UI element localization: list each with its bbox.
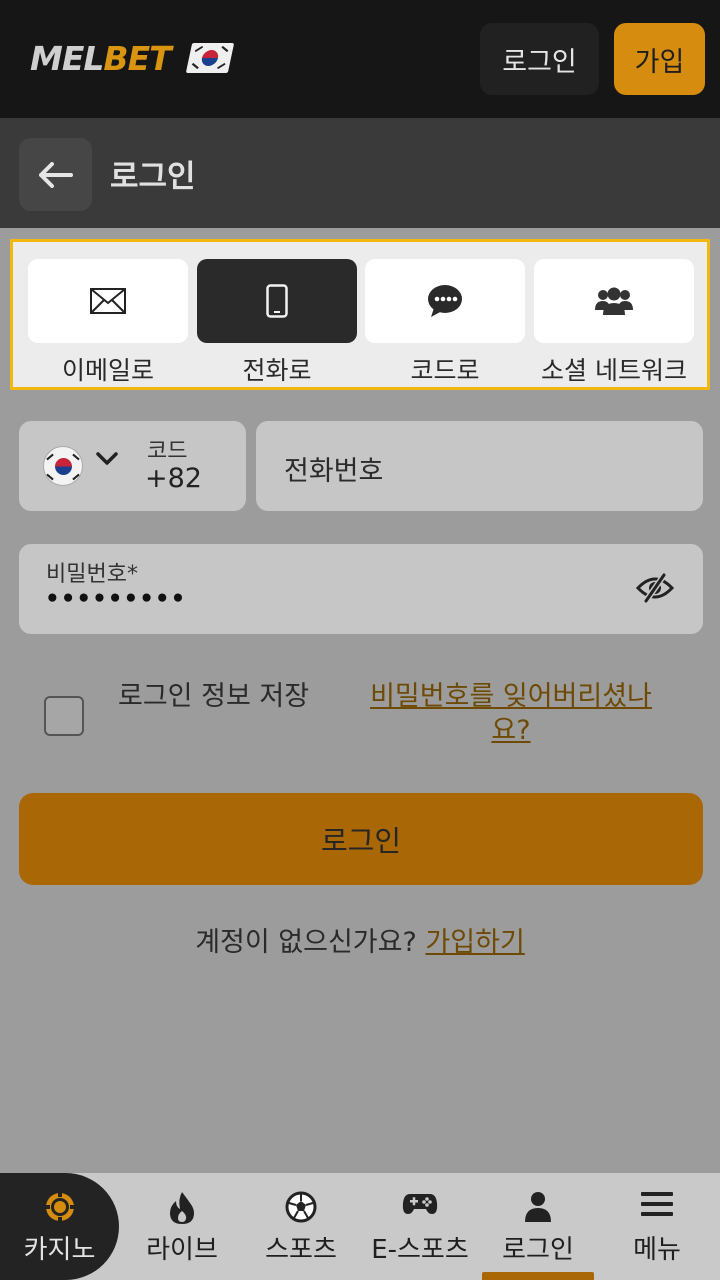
melbet-logo[interactable]: MELBET [30,38,234,78]
nav-casino-label: 카지노 [23,1235,96,1265]
method-phone-label: 전화로 [242,356,312,385]
nav-sports-label: 스포츠 [265,1235,337,1265]
nav-login[interactable]: 로그인 [480,1173,596,1280]
remember-me-checkbox[interactable] [44,696,84,736]
password-value: ••••••••• [45,586,187,612]
soccer-ball-icon [285,1191,317,1223]
user-icon [525,1192,551,1222]
country-code-selector[interactable]: 코드 +82 [19,421,246,511]
casino-chip-icon [44,1192,75,1222]
header-login-button[interactable]: 로그인 [480,23,599,95]
no-account-text: 계정이 없으신가요? [195,927,417,958]
hamburger-menu-icon [641,1192,673,1216]
top-header: MELBET 로그인 가입 [0,0,720,118]
chat-icon [428,285,462,317]
header-signup-button[interactable]: 가입 [614,23,705,95]
chevron-down-icon [96,452,118,465]
method-email-label: 이메일로 [61,356,154,385]
remember-me-label[interactable]: 로그인 정보 저장 [118,680,318,714]
eye-slash-icon[interactable] [636,572,674,604]
nav-sports[interactable]: 스포츠 [242,1173,360,1280]
phone-number-field[interactable]: 전화번호 [256,421,703,511]
back-button[interactable] [19,138,92,211]
flame-icon [170,1192,194,1224]
nav-esports-label: E-스포츠 [371,1235,469,1265]
no-account-row: 계정이 없으신가요? 가입하기 [0,920,720,959]
login-submit-button[interactable]: 로그인 [19,793,703,885]
nav-esports[interactable]: E-스포츠 [360,1173,480,1280]
signup-link[interactable]: 가입하기 [425,927,524,958]
page-title: 로그인 [110,159,196,195]
page-title-bar: 로그인 [0,118,720,228]
envelope-icon [90,288,126,314]
arrow-left-icon [38,161,73,188]
login-method-selector: 이메일로 전화로 코드로 소셜 네트워크 [10,239,710,390]
method-social[interactable]: 소셜 네트워크 [534,259,694,387]
phone-icon [266,284,288,318]
code-label: 코드 [147,439,188,464]
bottom-navigation: 카지노 라이브 스포츠 E-스포츠 로그인 메뉴 [0,1173,720,1280]
nav-live[interactable]: 라이브 [124,1173,240,1280]
password-label: 비밀번호* [46,562,138,587]
password-field[interactable]: 비밀번호* ••••••••• [19,544,703,634]
nav-casino[interactable]: 카지노 [0,1173,119,1280]
logo-text-prefix: MEL [30,38,104,78]
korea-flag-icon [43,446,83,486]
nav-menu[interactable]: 메뉴 [598,1173,716,1280]
method-social-label: 소셜 네트워크 [541,356,687,385]
method-code-label: 코드로 [410,356,480,385]
method-phone[interactable]: 전화로 [197,259,357,387]
korea-flag-icon [185,43,234,73]
forgot-password-link[interactable]: 비밀번호를 잊어버리셨나요? [352,680,670,748]
nav-menu-label: 메뉴 [633,1235,681,1265]
method-email[interactable]: 이메일로 [28,259,188,387]
nav-login-label: 로그인 [502,1235,574,1265]
method-code[interactable]: 코드로 [365,259,525,387]
gamepad-icon [402,1194,438,1214]
active-tab-indicator [482,1272,594,1280]
nav-live-label: 라이브 [146,1235,218,1265]
phone-number-placeholder: 전화번호 [284,456,384,487]
logo-text-accent: BET [103,38,171,78]
users-icon [595,287,633,315]
code-value: +82 [145,463,202,494]
